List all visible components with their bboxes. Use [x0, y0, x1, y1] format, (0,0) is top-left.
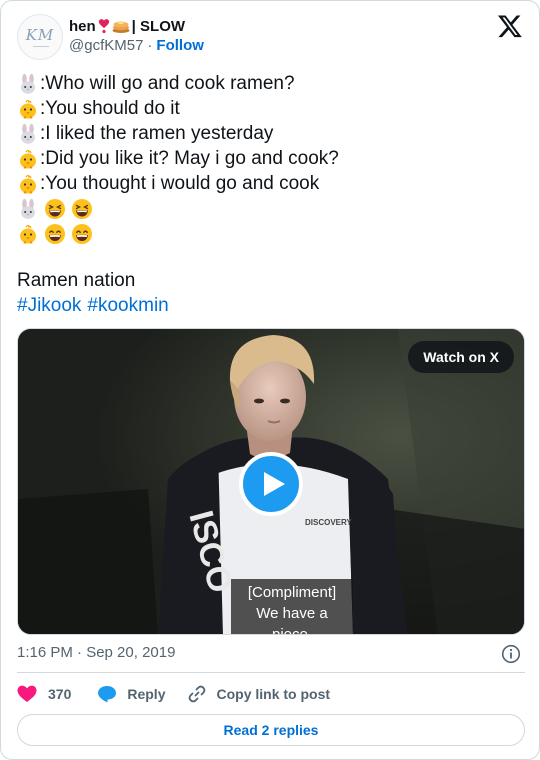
laughing-face-icon — [71, 198, 93, 220]
grinning-face-icon — [71, 223, 93, 245]
dialogue-text: :You should do it — [40, 98, 180, 119]
author-name-row[interactable]: hen | SLOW — [69, 16, 185, 36]
play-icon — [263, 472, 285, 496]
pancakes-icon — [112, 21, 130, 33]
dialogue-line: :Did you like it? May i go and cook? — [17, 146, 525, 171]
video-subtitle: [Compliment] We have a piece. — [231, 579, 353, 635]
baby-chick-icon — [17, 223, 39, 245]
x-logo-icon[interactable] — [497, 13, 523, 39]
read-replies-button[interactable]: Read 2 replies — [17, 714, 525, 746]
dialogue-text: :Did you like it? May i go and cook? — [40, 148, 339, 169]
svg-text:DISCOVERY: DISCOVERY — [305, 518, 352, 527]
action-bar: 370 Reply Copy link to post — [17, 683, 330, 705]
closing-text: Ramen nation — [17, 270, 136, 291]
reply-bubble-icon — [98, 686, 117, 703]
author-avatar[interactable]: KM — [17, 14, 63, 60]
video-player[interactable]: ISCO DISCOVERY Watch on X [Compliment] W… — [17, 328, 525, 635]
heart-icon — [17, 685, 37, 702]
subtitle-line: We have a piece. — [256, 605, 328, 635]
separator-dot: · — [147, 37, 153, 54]
dialogue-line: :Who will go and cook ramen? — [17, 71, 525, 96]
follow-button[interactable]: Follow — [156, 37, 204, 54]
grinning-face-icon — [44, 223, 66, 245]
reply-button[interactable]: Reply — [97, 685, 165, 703]
watch-on-x-button[interactable]: Watch on X — [408, 341, 514, 373]
dialogue-line: :You should do it — [17, 96, 525, 121]
copy-link-label: Copy link to post — [216, 686, 331, 702]
hashtag-line: #Jikook #kookmin — [17, 293, 525, 318]
dialogue-text: :Who will go and cook ramen? — [40, 73, 295, 94]
author-display-name[interactable]: hen — [69, 18, 96, 35]
rabbit-face-icon — [17, 73, 39, 95]
subtitle-line: [Compliment] — [247, 584, 337, 601]
baby-chick-icon — [17, 173, 39, 195]
author-name-suffix: | SLOW — [131, 17, 186, 35]
heart-exclamation-icon — [98, 19, 109, 34]
link-icon — [189, 685, 206, 703]
divider — [17, 672, 525, 673]
like-button[interactable]: 370 — [17, 685, 71, 703]
copy-link-button[interactable]: Copy link to post — [187, 684, 330, 704]
rabbit-face-icon — [17, 198, 39, 220]
dialogue-line: :I liked the ramen yesterday — [17, 121, 525, 146]
closing-line: Ramen nation — [17, 268, 525, 293]
info-icon[interactable] — [501, 644, 521, 664]
post-timestamp[interactable]: 1:16 PM · Sep 20, 2019 — [17, 644, 175, 661]
dialogue-line: :You thought i would go and cook — [17, 171, 525, 196]
dialogue-text: :You thought i would go and cook — [40, 173, 320, 194]
like-count: 370 — [48, 686, 72, 702]
tweet-card: KM hen | SLOW @gcfKM57 · Follow :Who wil… — [0, 0, 540, 760]
laughing-face-icon — [44, 198, 66, 220]
handle-row: @gcfKM57 · Follow — [69, 37, 204, 54]
hashtag-link[interactable]: #Jikook — [17, 293, 81, 318]
baby-chick-icon — [17, 148, 39, 170]
dialogue-text: :I liked the ramen yesterday — [40, 123, 274, 144]
tweet-text: :Who will go and cook ramen? :You should… — [17, 71, 525, 318]
reply-label: Reply — [127, 686, 166, 702]
avatar-underline — [33, 46, 49, 47]
hashtag-link[interactable]: #kookmin — [87, 293, 168, 318]
emoji-line — [17, 196, 525, 221]
avatar-logo-text: KM — [25, 26, 55, 44]
emoji-line — [17, 221, 525, 246]
rabbit-face-icon — [17, 123, 39, 145]
author-handle[interactable]: @gcfKM57 — [69, 37, 143, 54]
play-button[interactable] — [239, 452, 303, 516]
baby-chick-icon — [17, 98, 39, 120]
